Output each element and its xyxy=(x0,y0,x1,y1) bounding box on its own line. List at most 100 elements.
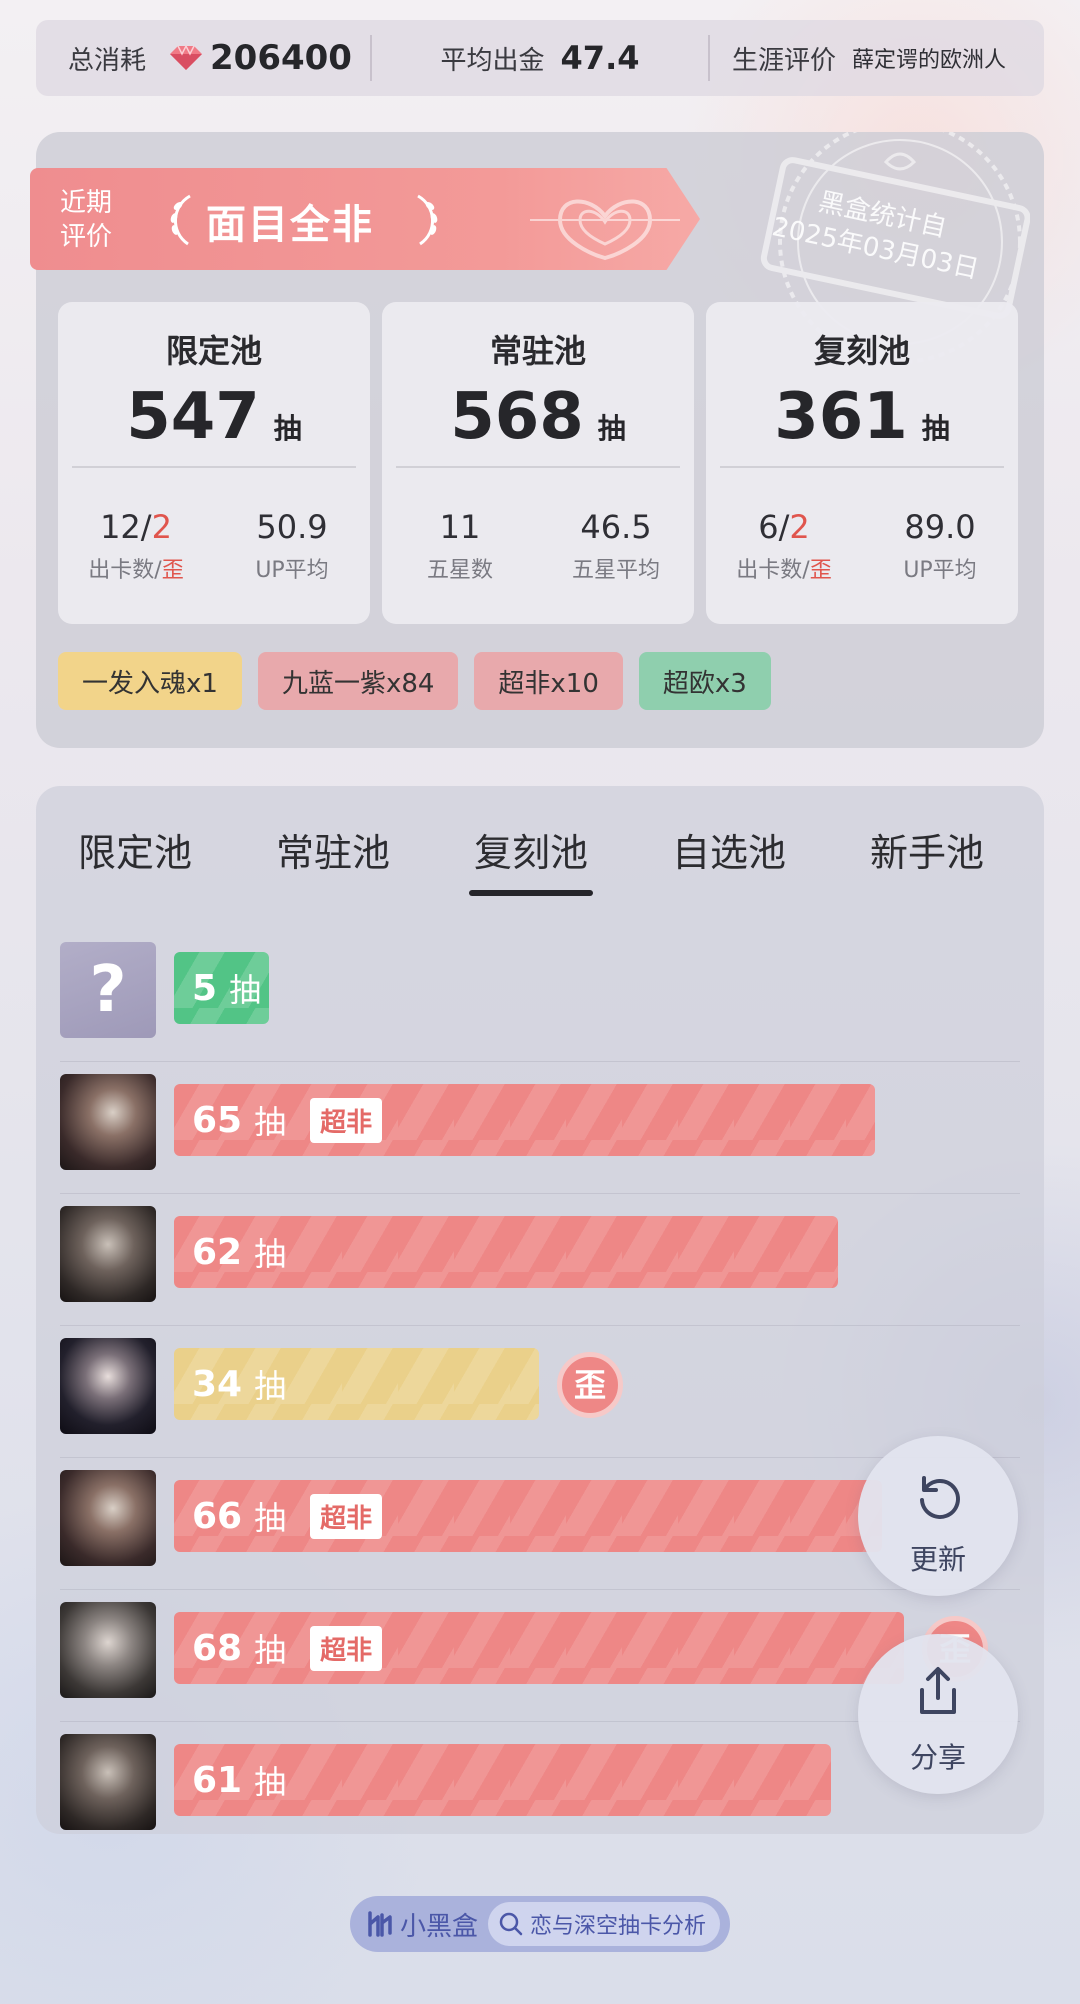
tab-limited[interactable]: 限定池 xyxy=(36,822,234,912)
pull-unit: 抽 xyxy=(254,1631,287,1669)
pull-unit: 抽 xyxy=(254,1763,287,1801)
pull-count-bar: 66 抽 超非 xyxy=(174,1480,882,1552)
total-cost-label: 总消耗 xyxy=(68,45,147,76)
laurel-right-icon xyxy=(417,194,438,246)
off-banner-badge: 歪 xyxy=(557,1352,623,1418)
tab-rerun[interactable]: 复刻池 xyxy=(432,822,630,912)
pool-card-limited[interactable]: 限定池 547 抽 12/2 出卡数/歪 50.9 UP平均 xyxy=(58,302,370,624)
avatar: ? xyxy=(60,942,156,1038)
stat-value-main: 12/ xyxy=(100,508,152,546)
pool-count: 547 抽 xyxy=(58,380,370,454)
stat-value-red: 2 xyxy=(151,508,172,546)
recent-rating-value: 面目全非 xyxy=(206,202,374,248)
pool-stat-key: UP平均 xyxy=(255,558,329,583)
tab-newbie[interactable]: 新手池 xyxy=(828,822,1026,912)
pull-unit: 抽 xyxy=(254,1367,287,1405)
super-unlucky-badge: 超非 xyxy=(310,1097,383,1143)
pull-count-bar: 34 抽 xyxy=(174,1348,539,1420)
pull-count: 5 xyxy=(192,967,218,1009)
stat-key-red: 歪 xyxy=(161,558,184,583)
refresh-icon xyxy=(920,1476,960,1519)
tab-standard[interactable]: 常驻池 xyxy=(234,822,432,912)
share-label: 分享 xyxy=(909,1741,966,1774)
list-item[interactable]: 34 抽 歪 xyxy=(60,1326,1020,1458)
tab-selective[interactable]: 自选池 xyxy=(630,822,828,912)
pool-stat-key: 五星平均 xyxy=(571,558,660,583)
pool-stat-value: 12/2 xyxy=(58,508,214,546)
pool-card-rerun[interactable]: 复刻池 361 抽 6/2 出卡数/歪 89.0 UP平均 xyxy=(706,302,1018,624)
avatar xyxy=(60,1338,156,1434)
pull-count-bar: 65 抽 超非 xyxy=(174,1084,875,1156)
pool-stat-key: UP平均 xyxy=(903,558,977,583)
recent-rating-banner: 近期评价 面目全非 xyxy=(30,168,700,270)
pull-count: 62 xyxy=(192,1231,243,1273)
pool-card-standard[interactable]: 常驻池 568 抽 11 五星数 46.5 五星平均 xyxy=(382,302,694,624)
pool-count: 568 抽 xyxy=(382,380,694,454)
pool-count: 361 抽 xyxy=(706,380,1018,454)
pool-stat-value: 6/2 xyxy=(706,508,862,546)
pull-count: 65 xyxy=(192,1099,243,1141)
achievement-tags: 一发入魂x1 九蓝一紫x84 超非x10 超欧x3 xyxy=(58,652,771,710)
pool-divider xyxy=(720,466,1004,468)
search-pill: 恋与深空抽卡分析 xyxy=(488,1902,721,1946)
pool-name: 复刻池 xyxy=(813,332,910,370)
pool-stat-average: 50.9 UP平均 xyxy=(214,508,370,584)
search-icon xyxy=(499,1912,523,1936)
pool-stat-cards: 6/2 出卡数/歪 xyxy=(706,508,862,584)
avatar xyxy=(60,1470,156,1566)
stat-key-main: 五星数 xyxy=(426,558,493,583)
recent-rating-label: 近期评价 xyxy=(60,188,113,252)
diamond-gem-icon xyxy=(166,44,206,72)
pool-stat-value: 46.5 xyxy=(580,508,652,546)
pull-count-bar: 5 抽 xyxy=(174,952,269,1024)
tag-nine-blue: 九蓝一紫x84 xyxy=(257,652,459,710)
stat-value-main: 11 xyxy=(439,508,481,546)
pool-stat-cards: 12/2 出卡数/歪 xyxy=(58,508,214,584)
pool-stat-average: 46.5 五星平均 xyxy=(538,508,694,584)
career-rating-value: 薛定谔的欧洲人 xyxy=(852,48,1007,73)
stats-card: 黑盒统计自 2025年03月03日 近期评价 面目全非 限定池 547 抽 12… xyxy=(30,132,1044,748)
summary-bar: 总消耗 206400 平均出金 47.4 生涯评价 薛定谔的欧洲人 xyxy=(36,20,1044,96)
average-gold-label: 平均出金 xyxy=(440,45,545,76)
pool-divider xyxy=(396,466,680,468)
pull-count-bar: 61 抽 xyxy=(174,1744,831,1816)
list-item[interactable]: 62 抽 xyxy=(60,1194,1020,1326)
pool-count-unit: 抽 xyxy=(921,412,950,445)
footer-brand: 小黑盒 恋与深空抽卡分析 xyxy=(350,1896,730,1952)
tag-one-shot: 一发入魂x1 xyxy=(58,652,242,710)
pool-name: 常驻池 xyxy=(489,332,586,370)
average-gold: 平均出金 47.4 xyxy=(372,20,708,96)
pool-summary-row: 限定池 547 抽 12/2 出卡数/歪 50.9 UP平均 常驻池 568 抽 1… xyxy=(58,302,1018,624)
pool-stat-key: 五星数 xyxy=(382,552,538,584)
pull-unit: 抽 xyxy=(254,1103,287,1141)
pool-stat-cards: 11 五星数 xyxy=(382,508,538,584)
list-item[interactable]: 65 抽 超非 xyxy=(60,1062,1020,1194)
avatar xyxy=(60,1206,156,1302)
pool-name: 限定池 xyxy=(165,332,262,370)
pool-stat-value: 50.9 xyxy=(256,508,328,546)
tag-super-lucky: 超欧x3 xyxy=(638,652,771,710)
pull-unit: 抽 xyxy=(254,1499,287,1537)
share-button[interactable]: 分享 xyxy=(858,1634,1018,1794)
stat-key-red: 歪 xyxy=(809,558,832,583)
total-cost: 总消耗 206400 xyxy=(36,20,370,96)
refresh-button[interactable]: 更新 xyxy=(858,1436,1018,1596)
pull-unit: 抽 xyxy=(254,1235,287,1273)
heart-ornament-icon xyxy=(530,199,680,261)
pool-stat-key: 出卡数/歪 xyxy=(706,552,862,584)
super-unlucky-badge: 超非 xyxy=(310,1493,383,1539)
refresh-label: 更新 xyxy=(909,1543,966,1576)
average-gold-value: 47.4 xyxy=(560,39,640,77)
stat-key-main: 出卡数/ xyxy=(88,558,162,583)
pull-count: 68 xyxy=(192,1627,243,1669)
list-item[interactable]: ? 5 抽 xyxy=(60,930,1020,1062)
heybox-logo-icon xyxy=(368,1911,392,1937)
pull-count-bar: 68 抽 超非 xyxy=(174,1612,904,1684)
avatar xyxy=(60,1734,156,1830)
pool-stat-value: 89.0 xyxy=(904,508,976,546)
pool-stat-key: 出卡数/歪 xyxy=(58,552,214,584)
stat-key-main: 出卡数/ xyxy=(736,558,810,583)
pull-count: 61 xyxy=(192,1759,243,1801)
pool-stat-average: 89.0 UP平均 xyxy=(862,508,1018,584)
career-rating: 生涯评价 薛定谔的欧洲人 xyxy=(710,20,1044,96)
